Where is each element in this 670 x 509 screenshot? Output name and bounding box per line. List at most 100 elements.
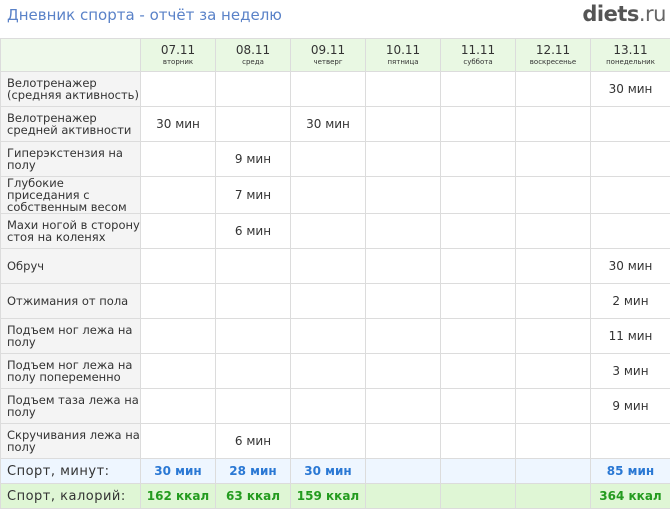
exercise-value xyxy=(516,107,591,142)
exercise-value xyxy=(591,177,670,214)
exercise-value xyxy=(441,249,516,284)
exercise-value: 9 мин xyxy=(216,142,291,177)
exercise-value xyxy=(366,72,441,107)
exercise-value xyxy=(441,389,516,424)
day-weekday: суббота xyxy=(441,57,515,67)
day-date: 08.11 xyxy=(216,44,290,57)
day-date: 13.11 xyxy=(591,44,670,57)
exercise-value xyxy=(516,72,591,107)
exercise-value: 3 мин xyxy=(591,354,670,389)
day-header-5: 12.11воскресенье xyxy=(516,39,591,72)
exercise-value xyxy=(141,142,216,177)
exercise-value xyxy=(366,214,441,249)
page-title: Дневник спорта - отчёт за неделю xyxy=(7,6,282,24)
exercise-value xyxy=(291,142,366,177)
exercise-value xyxy=(366,249,441,284)
logo-main: diets xyxy=(582,2,639,26)
exercise-value xyxy=(516,284,591,319)
header-corner-cell xyxy=(1,39,141,72)
day-weekday: четверг xyxy=(291,57,365,67)
exercise-value xyxy=(141,354,216,389)
exercise-value xyxy=(441,107,516,142)
exercise-value xyxy=(291,424,366,459)
total-minutes-label: Спорт, минут: xyxy=(1,459,141,484)
sport-diary-weekly-report: Дневник спорта - отчёт за неделю diets.r… xyxy=(0,0,670,483)
total-kcal-value: 162 ккал xyxy=(141,484,216,509)
exercise-value xyxy=(216,249,291,284)
exercise-value xyxy=(441,354,516,389)
exercise-name: Велотренажер средней активности xyxy=(1,107,141,142)
exercise-value xyxy=(516,319,591,354)
exercise-value xyxy=(291,319,366,354)
logo-tld: .ru xyxy=(639,2,666,26)
day-header-3: 10.11пятница xyxy=(366,39,441,72)
total-kcal-value: 63 ккал xyxy=(216,484,291,509)
exercise-value: 2 мин xyxy=(591,284,670,319)
day-date: 11.11 xyxy=(441,44,515,57)
table-row: Подъем ног лежа на полу попеременно 3 ми… xyxy=(1,354,670,389)
exercise-value xyxy=(141,424,216,459)
exercise-value xyxy=(516,142,591,177)
exercise-value: 30 мин xyxy=(591,249,670,284)
exercise-value xyxy=(216,284,291,319)
total-kcal-value xyxy=(516,484,591,509)
exercise-name: Подъем ног лежа на полу xyxy=(1,319,141,354)
table-row: Глубокие приседания с собственным весом … xyxy=(1,177,670,214)
exercise-value xyxy=(141,72,216,107)
exercise-value xyxy=(441,319,516,354)
exercise-value xyxy=(366,389,441,424)
exercise-value: 9 мин xyxy=(591,389,670,424)
day-date: 12.11 xyxy=(516,44,590,57)
weekly-report-table: 07.11вторник 08.11среда 09.11четверг 10.… xyxy=(0,38,670,509)
exercise-value xyxy=(441,142,516,177)
total-kcal-value xyxy=(366,484,441,509)
exercise-value xyxy=(141,319,216,354)
exercise-value: 11 мин xyxy=(591,319,670,354)
exercise-value xyxy=(291,72,366,107)
table-row: Махи ногой в сторону стоя на коленях 6 м… xyxy=(1,214,670,249)
day-header-0: 07.11вторник xyxy=(141,39,216,72)
total-minutes-value: 30 мин xyxy=(291,459,366,484)
total-minutes-value: 30 мин xyxy=(141,459,216,484)
exercise-value xyxy=(516,354,591,389)
total-minutes-value: 85 мин xyxy=(591,459,670,484)
total-minutes-row: Спорт, минут: 30 мин 28 мин 30 мин 85 ми… xyxy=(1,459,670,484)
exercise-value xyxy=(591,424,670,459)
exercise-name: Подъем ног лежа на полу попеременно xyxy=(1,354,141,389)
exercise-value xyxy=(141,177,216,214)
exercise-value xyxy=(141,249,216,284)
exercise-name: Гиперэкстензия на полу xyxy=(1,142,141,177)
day-weekday: воскресенье xyxy=(516,57,590,67)
exercise-name: Скручивания лежа на полу xyxy=(1,424,141,459)
day-header-2: 09.11четверг xyxy=(291,39,366,72)
exercise-value xyxy=(441,284,516,319)
day-header-4: 11.11суббота xyxy=(441,39,516,72)
exercise-name: Отжимания от пола xyxy=(1,284,141,319)
exercise-value xyxy=(216,389,291,424)
exercise-value xyxy=(216,319,291,354)
exercise-value xyxy=(366,354,441,389)
exercise-value xyxy=(141,214,216,249)
exercise-value xyxy=(516,214,591,249)
day-weekday: пятница xyxy=(366,57,440,67)
day-header-1: 08.11среда xyxy=(216,39,291,72)
exercise-value xyxy=(291,249,366,284)
exercise-value xyxy=(291,354,366,389)
total-minutes-value xyxy=(516,459,591,484)
exercise-value xyxy=(141,284,216,319)
exercise-value: 30 мин xyxy=(591,72,670,107)
table-row: Отжимания от пола 2 мин xyxy=(1,284,670,319)
table-row: Подъем таза лежа на полу 9 мин xyxy=(1,389,670,424)
exercise-value xyxy=(516,249,591,284)
exercise-value xyxy=(291,214,366,249)
table-row: Обруч 30 мин xyxy=(1,249,670,284)
site-logo[interactable]: diets.ru xyxy=(582,2,666,26)
exercise-name: Велотренажер (средняя активность) xyxy=(1,72,141,107)
exercise-value: 6 мин xyxy=(216,214,291,249)
exercise-value xyxy=(591,142,670,177)
exercise-value xyxy=(366,107,441,142)
exercise-value xyxy=(216,354,291,389)
exercise-value xyxy=(441,177,516,214)
exercise-value xyxy=(516,389,591,424)
exercise-value xyxy=(441,424,516,459)
